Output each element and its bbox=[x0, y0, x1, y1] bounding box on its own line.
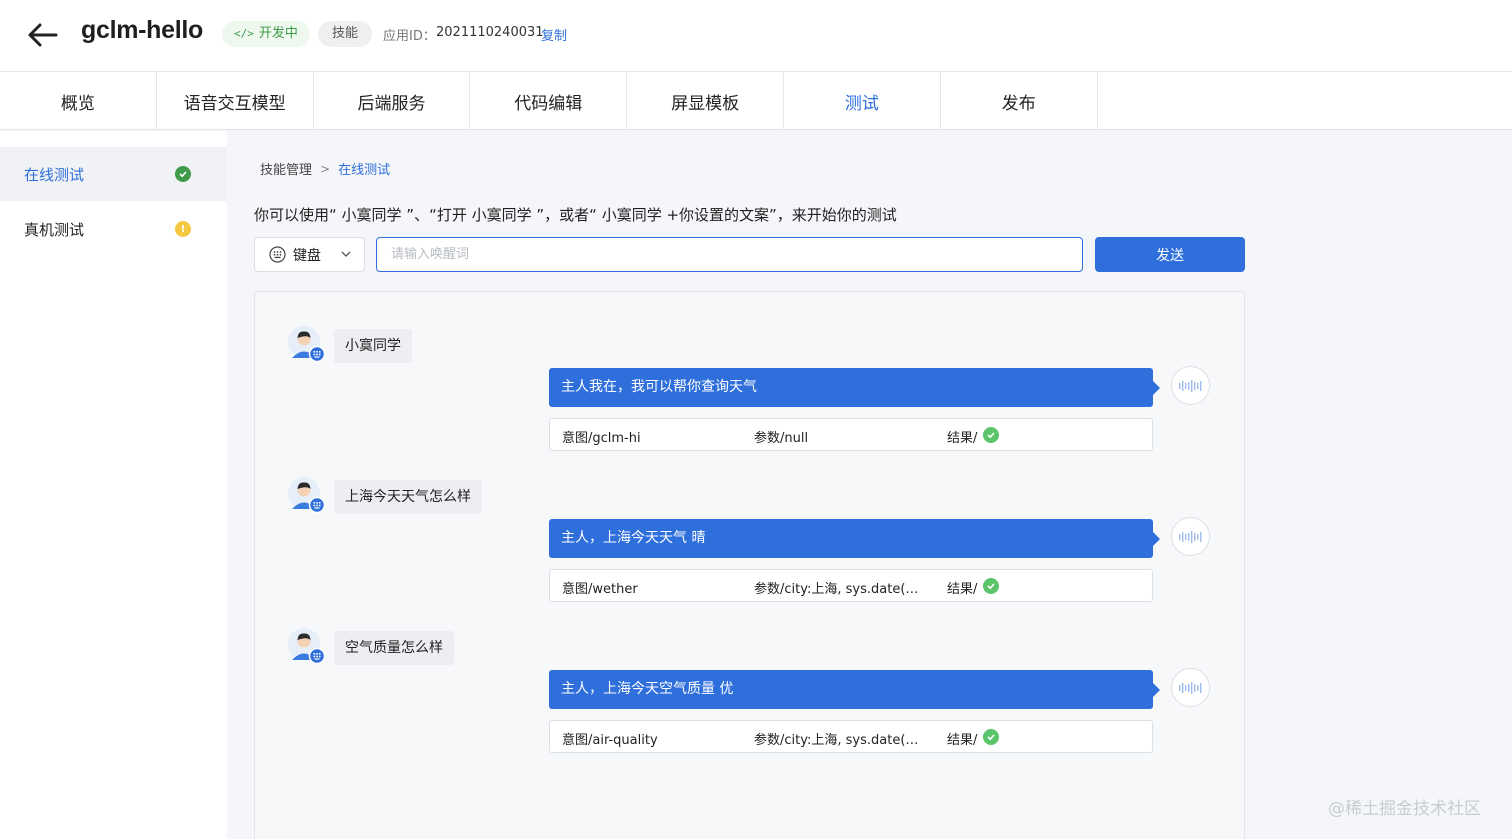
input-mode-select[interactable]: 键盘 bbox=[254, 237, 365, 272]
result-row: 意图/gclm-hi 参数/null 结果/ bbox=[549, 418, 1153, 451]
warning-circle-icon: ! bbox=[175, 221, 191, 237]
breadcrumb-current[interactable]: 在线测试 bbox=[338, 159, 390, 178]
intent-label: 意图/gclm-hi bbox=[562, 431, 641, 446]
usage-hint: 你可以使用“ 小寞同学 ”、“打开 小寞同学 ”，或者“ 小寞同学 +你设置的文… bbox=[254, 206, 897, 224]
tab-overview[interactable]: 概览 bbox=[0, 72, 157, 130]
tab-test[interactable]: 测试 bbox=[784, 72, 941, 130]
bot-avatar bbox=[1171, 366, 1210, 405]
user-message: 空气质量怎么样 bbox=[334, 631, 454, 665]
result-label: 结果/ bbox=[947, 582, 978, 597]
sidebar-item-online-test[interactable]: 在线测试 bbox=[0, 147, 227, 201]
params-label: 参数/city:上海, sys.date(公… bbox=[754, 582, 924, 597]
app-header: gclm-hello </> 开发中 技能 应用ID： 2021110240031… bbox=[0, 0, 1512, 72]
params-label: 参数/null bbox=[754, 431, 809, 446]
app-id-value: 2021110240031 bbox=[436, 25, 544, 40]
user-message: 小寞同学 bbox=[334, 329, 412, 363]
code-icon: </> bbox=[234, 27, 254, 40]
check-circle-icon bbox=[983, 578, 999, 594]
bot-message: 主人我在，我可以帮你查询天气 bbox=[549, 368, 1160, 407]
chevron-down-icon bbox=[341, 251, 351, 257]
keyboard-icon bbox=[269, 246, 286, 263]
check-circle-icon bbox=[175, 166, 191, 182]
tab-backend[interactable]: 后端服务 bbox=[314, 72, 471, 130]
chevron-right-icon: > bbox=[320, 161, 331, 176]
user-avatar-icon bbox=[288, 628, 325, 665]
check-circle-icon bbox=[983, 729, 999, 745]
sidebar-item-device-test[interactable]: 真机测试 ! bbox=[0, 202, 227, 256]
sidebar-item-label: 在线测试 bbox=[24, 165, 85, 184]
result-label: 结果/ bbox=[947, 431, 978, 446]
app-id-label: 应用ID： bbox=[383, 29, 436, 44]
type-badge: 技能 bbox=[318, 21, 373, 47]
wake-word-input[interactable] bbox=[376, 237, 1083, 272]
tab-voice-model[interactable]: 语音交互模型 bbox=[157, 72, 314, 130]
user-message: 上海今天天气怎么样 bbox=[334, 480, 482, 514]
sound-wave-icon bbox=[1178, 379, 1201, 392]
sidebar: 在线测试 真机测试 ! bbox=[0, 131, 227, 839]
bot-message: 主人，上海今天空气质量 优 bbox=[549, 670, 1160, 709]
sound-wave-icon bbox=[1178, 530, 1201, 543]
intent-label: 意图/wether bbox=[562, 582, 638, 597]
sidebar-item-label: 真机测试 bbox=[24, 220, 85, 239]
user-avatar-icon bbox=[288, 477, 325, 514]
back-arrow-icon[interactable] bbox=[26, 20, 60, 50]
bot-message: 主人，上海今天天气 晴 bbox=[549, 519, 1160, 558]
result-row: 意图/wether 参数/city:上海, sys.date(公… 结果/ bbox=[549, 569, 1153, 602]
watermark: @稀土掘金技术社区 bbox=[1328, 799, 1481, 819]
intent-label: 意图/air-quality bbox=[562, 733, 658, 748]
tab-publish[interactable]: 发布 bbox=[941, 72, 1098, 130]
params-label: 参数/city:上海, sys.date(公… bbox=[754, 733, 924, 748]
check-circle-icon bbox=[983, 427, 999, 443]
status-badge: </> 开发中 bbox=[222, 21, 310, 47]
sound-wave-icon bbox=[1178, 681, 1201, 694]
result-row: 意图/air-quality 参数/city:上海, sys.date(公… 结… bbox=[549, 720, 1153, 753]
user-avatar-icon bbox=[288, 326, 325, 363]
bot-avatar bbox=[1171, 668, 1210, 707]
result-label: 结果/ bbox=[947, 733, 978, 748]
breadcrumb-parent[interactable]: 技能管理 bbox=[260, 159, 312, 178]
breadcrumb: 技能管理 > 在线测试 bbox=[260, 159, 390, 179]
send-button[interactable]: 发送 bbox=[1095, 237, 1245, 272]
tab-code-editor[interactable]: 代码编辑 bbox=[470, 72, 628, 130]
app-title: gclm-hello bbox=[81, 16, 204, 44]
input-mode-value: 键盘 bbox=[293, 247, 321, 264]
copy-app-id-link[interactable]: 复制 bbox=[541, 25, 567, 44]
status-badge-label: 开发中 bbox=[258, 26, 298, 41]
bot-avatar bbox=[1171, 517, 1210, 556]
tab-screen-template[interactable]: 屏显模板 bbox=[627, 72, 784, 130]
main-tabs: 概览 语音交互模型 后端服务 代码编辑 屏显模板 测试 发布 bbox=[0, 72, 1512, 130]
